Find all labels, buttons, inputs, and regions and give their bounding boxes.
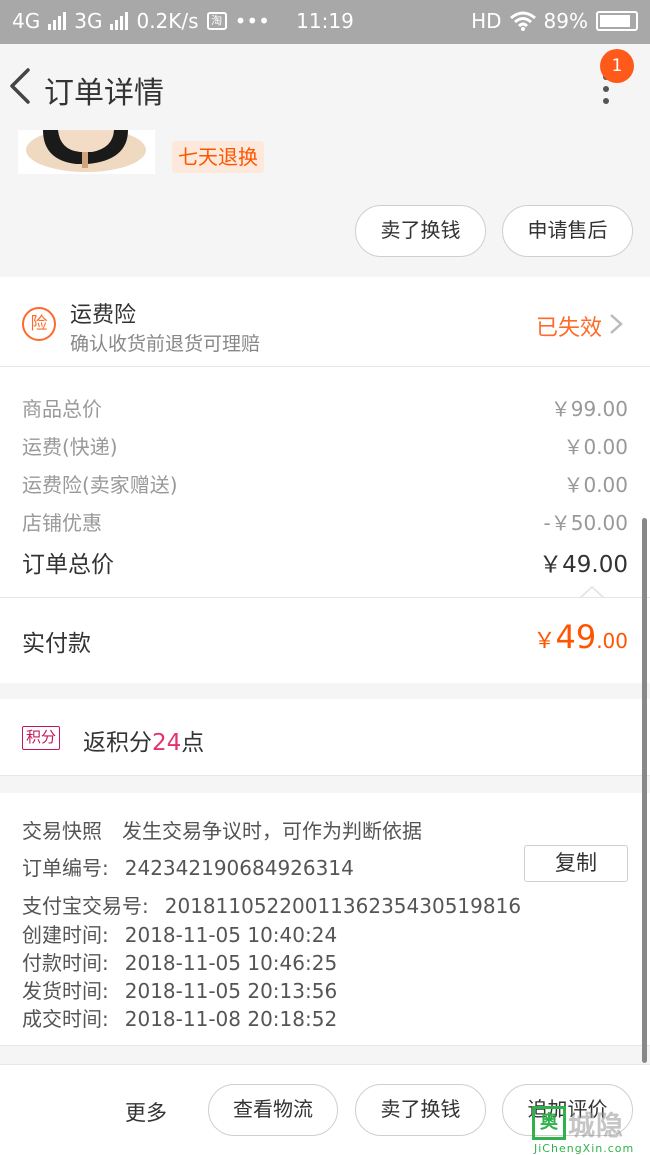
- order-total-label: 订单总价: [22, 552, 114, 578]
- price-value: ￥0.00: [563, 435, 628, 459]
- watermark-logo-icon: 奥: [532, 1106, 566, 1140]
- alipay-number-row: 支付宝交易号: 2018110522001136235430519816: [22, 890, 521, 919]
- order-number: 242342190684926314: [124, 856, 354, 880]
- watermark-text: 城隐: [568, 1111, 624, 1142]
- alipay-number-label: 支付宝交易号:: [22, 894, 149, 918]
- chevron-right-icon: [610, 314, 623, 334]
- price-label: 运费险(卖家赠送): [22, 473, 178, 497]
- points-amount: 24: [152, 730, 182, 756]
- more-button[interactable]: 更多: [125, 1097, 167, 1127]
- points-tag: 积分: [22, 726, 61, 750]
- paid-currency: ￥: [533, 629, 556, 654]
- price-value: -￥50.00: [543, 511, 628, 535]
- points-text: 返积分24点: [83, 723, 204, 757]
- insurance-icon: 险: [22, 307, 56, 341]
- closed-time-row: 成交时间: 2018-11-08 20:18:52: [22, 1003, 337, 1032]
- battery-percent: 89%: [543, 9, 588, 33]
- paid-integer: 49: [555, 618, 597, 656]
- created-time-row: 创建时间: 2018-11-05 10:40:24: [22, 919, 337, 948]
- snapshot-desc: 发生交易争议时，可作为判断依据: [122, 819, 422, 843]
- nav-header: 订单详情 1: [0, 44, 650, 130]
- price-label: 商品总价: [22, 397, 102, 421]
- shipped-time: 2018-11-05 20:13:56: [124, 979, 338, 1003]
- actual-paid-value: ￥49.00: [533, 618, 628, 656]
- alipay-number: 2018110522001136235430519816: [164, 894, 522, 918]
- price-label: 店铺优惠: [22, 511, 102, 535]
- order-total-value: ￥49.00: [539, 552, 628, 578]
- scrollbar[interactable]: [642, 518, 647, 1063]
- hd-label: HD: [471, 9, 502, 33]
- product-image[interactable]: [18, 130, 155, 174]
- insurance-title: 运费险: [70, 303, 137, 328]
- product-section: 七天退换 卖了换钱 申请售后: [0, 130, 650, 275]
- actual-paid-label: 实付款: [22, 631, 91, 657]
- wifi-icon: [509, 11, 536, 31]
- order-total-row: 订单总价 ￥49.00: [22, 545, 628, 578]
- price-row: 运费险(卖家赠送) ￥0.00: [22, 469, 628, 499]
- paid-time-row: 付款时间: 2018-11-05 10:46:25: [22, 947, 337, 976]
- price-row: 店铺优惠 -￥50.00: [22, 507, 628, 537]
- snapshot-label: 交易快照: [22, 819, 102, 843]
- price-value: ￥0.00: [563, 473, 628, 497]
- notification-badge: 1: [600, 49, 634, 83]
- created-time: 2018-11-05 10:40:24: [124, 923, 338, 947]
- price-row: 运费(快递) ￥0.00: [22, 431, 628, 461]
- closed-time-label: 成交时间:: [22, 1007, 109, 1031]
- view-logistics-button[interactable]: 查看物流: [208, 1084, 338, 1136]
- insurance-subtitle: 确认收货前退货可理赔: [70, 333, 261, 355]
- battery-icon: [596, 11, 638, 31]
- price-value: ￥99.00: [550, 397, 628, 421]
- paid-time: 2018-11-05 10:46:25: [124, 951, 338, 975]
- trade-snapshot-row[interactable]: 交易快照 发生交易争议时，可作为判断依据: [22, 815, 422, 844]
- status-bar: 4G 3G 0.2K/s 淘 ••• 11:19 HD 89%: [0, 0, 650, 44]
- site-watermark: 奥 城隐 JiChengXin.com: [532, 1104, 646, 1155]
- copy-button[interactable]: 复制: [524, 845, 628, 882]
- back-arrow-icon[interactable]: [8, 66, 32, 106]
- status-right: HD 89%: [471, 9, 638, 33]
- actual-paid-row: 实付款 ￥49.00: [0, 597, 650, 683]
- points-row: 积分 返积分24点: [0, 699, 650, 776]
- closed-time: 2018-11-08 20:18:52: [124, 1007, 338, 1031]
- points-suffix: 点: [181, 730, 205, 756]
- paid-decimal: .00: [596, 629, 628, 653]
- sell-for-cash-button[interactable]: 卖了换钱: [355, 1084, 486, 1136]
- apply-after-sale-button[interactable]: 申请售后: [502, 205, 633, 257]
- page-title: 订单详情: [44, 76, 164, 111]
- order-number-label: 订单编号:: [22, 856, 109, 880]
- watermark-url: JiChengXin.com: [534, 1142, 635, 1155]
- price-row: 商品总价 ￥99.00: [22, 393, 628, 423]
- insurance-status: 已失效: [535, 316, 602, 341]
- shipped-time-label: 发货时间:: [22, 979, 109, 1003]
- points-prefix: 返积分: [83, 730, 152, 756]
- order-info: 交易快照 发生交易争议时，可作为判断依据 订单编号: 242342190684926…: [0, 793, 650, 1046]
- order-number-row: 订单编号: 242342190684926314: [22, 852, 354, 881]
- price-label: 运费(快递): [22, 435, 118, 459]
- price-summary: 商品总价 ￥99.00 运费(快递) ￥0.00 运费险(卖家赠送) ￥0.00…: [0, 367, 650, 597]
- product-thumbnail-graphic: [18, 130, 155, 174]
- shipped-time-row: 发货时间: 2018-11-05 20:13:56: [22, 975, 337, 1004]
- shipping-insurance-row[interactable]: 险 运费险 确认收货前退货可理赔 已失效: [0, 277, 650, 367]
- created-time-label: 创建时间:: [22, 923, 109, 947]
- sell-button[interactable]: 卖了换钱: [355, 205, 486, 257]
- seven-day-return-tag: 七天退换: [172, 141, 264, 173]
- paid-time-label: 付款时间:: [22, 951, 109, 975]
